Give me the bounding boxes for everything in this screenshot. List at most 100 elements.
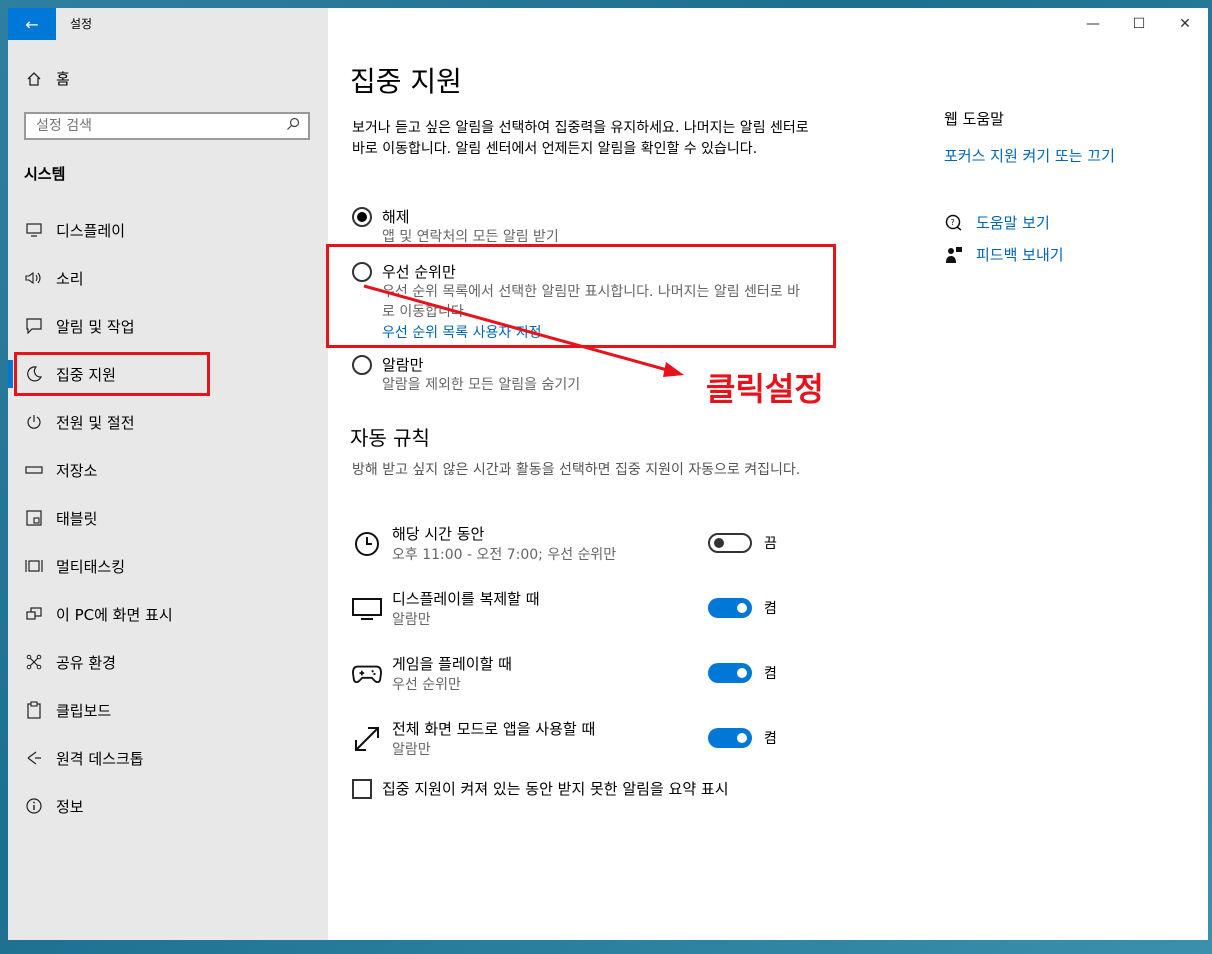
sidebar-item-label: 알림 및 작업 (56, 317, 135, 336)
sidebar-item-tablet[interactable]: 태블릿 (8, 494, 328, 542)
section-label-system: 시스템 (24, 165, 66, 183)
rule-title: 게임을 플레이할 때 (392, 655, 512, 673)
home-icon (24, 69, 44, 89)
get-help-link[interactable]: ? 도움말 보기 (944, 212, 1050, 233)
annotation-box-priority (326, 244, 836, 348)
option-alarms-only[interactable]: 알람만 알람을 제외한 모든 알림을 숨기기 (352, 354, 580, 395)
toggle-switch[interactable] (708, 533, 752, 553)
sidebar-item-storage[interactable]: 저장소 (8, 446, 328, 494)
svg-text:?: ? (951, 218, 955, 227)
sidebar-item-power[interactable]: 전원 및 절전 (8, 398, 328, 446)
sidebar-item-label: 저장소 (56, 461, 98, 480)
sidebar-item-about[interactable]: 정보 (8, 782, 328, 830)
monitor-icon (24, 220, 44, 240)
sidebar-item-notifications[interactable]: 알림 및 작업 (8, 302, 328, 350)
radio-button[interactable] (352, 355, 372, 375)
sidebar-item-label: 공유 환경 (56, 653, 116, 672)
toggle-state: 켬 (764, 601, 777, 617)
sidebar-item-label: 클립보드 (56, 701, 112, 720)
focus-assist-help-link[interactable]: 포커스 지원 켜기 또는 끄기 (944, 145, 1115, 166)
feedback-icon (944, 245, 964, 265)
gamepad-icon (352, 659, 382, 689)
back-button[interactable]: ← (8, 8, 56, 40)
sidebar-item-label: 원격 데스크톱 (56, 749, 144, 768)
toggle-fullscreen-app[interactable]: 켬 (708, 728, 777, 748)
minimize-button[interactable]: — (1070, 8, 1116, 40)
settings-window: ← 설정 홈 시스템 디스플레이 소리 (8, 8, 1208, 940)
sidebar-item-sound[interactable]: 소리 (8, 254, 328, 302)
sidebar-item-clipboard[interactable]: 클립보드 (8, 686, 328, 734)
sidebar-nav: 디스플레이 소리 알림 및 작업 집중 지원 전원 및 절전 저장소 태블릿 멀… (8, 206, 328, 830)
auto-rules-description: 방해 받고 싶지 않은 시간과 활동을 선택하면 집중 지원이 자동으로 켜집니… (352, 462, 801, 478)
summary-checkbox[interactable] (352, 778, 372, 799)
annotation-label: 클릭설정 (706, 370, 824, 408)
sidebar-item-project[interactable]: 이 PC에 화면 표시 (8, 590, 328, 638)
toggle-state: 켬 (764, 666, 777, 682)
rule-subtitle: 알람만 (392, 612, 431, 628)
option-off[interactable]: 해제 앱 및 연락처의 모든 알림 받기 (352, 206, 559, 247)
rule-title: 해당 시간 동안 (392, 525, 485, 543)
sidebar-item-label: 태블릿 (56, 509, 98, 528)
feedback-link[interactable]: 피드백 보내기 (944, 244, 1064, 265)
main-content: — ☐ ✕ 집중 지원 보거나 듣고 싶은 알림을 선택하여 집중력을 유지하세… (326, 8, 1208, 940)
radio-button[interactable] (352, 207, 372, 227)
get-help-label: 도움말 보기 (976, 214, 1050, 232)
sidebar-item-multitasking[interactable]: 멀티태스킹 (8, 542, 328, 590)
toggle-switch[interactable] (708, 598, 752, 618)
option-description: 알람을 제외한 모든 알림을 숨기기 (382, 377, 581, 393)
toggle-state: 켬 (764, 731, 777, 747)
sidebar-item-label: 멀티태스킹 (56, 557, 126, 576)
app-title: 설정 (70, 17, 93, 31)
search-icon[interactable] (286, 117, 300, 135)
sidebar-item-home[interactable]: 홈 (24, 68, 70, 89)
tablet-icon (24, 508, 44, 528)
clipboard-icon (24, 700, 44, 720)
page-title: 집중 지원 (350, 65, 462, 98)
toggle-switch[interactable] (708, 663, 752, 683)
feedback-label: 피드백 보내기 (976, 246, 1064, 264)
back-arrow-icon: ← (25, 14, 39, 34)
toggle-duplicating-display[interactable]: 켬 (708, 598, 777, 618)
summary-checkbox-row[interactable]: 집중 지원이 켜져 있는 동안 받지 못한 알림을 요약 표시 (352, 778, 729, 799)
info-icon (24, 796, 44, 816)
sidebar-item-label: 소리 (56, 269, 84, 288)
multitasking-icon (24, 556, 44, 576)
sidebar-item-label: 전원 및 절전 (56, 413, 135, 432)
monitor-icon (352, 594, 382, 624)
sidebar-item-label: 이 PC에 화면 표시 (56, 605, 173, 624)
clock-icon (352, 529, 382, 559)
close-button[interactable]: ✕ (1162, 8, 1208, 40)
fullscreen-icon (352, 724, 382, 754)
storage-icon (24, 460, 44, 480)
power-icon (24, 412, 44, 432)
sidebar-item-display[interactable]: 디스플레이 (8, 206, 328, 254)
toggle-state: 끔 (764, 536, 777, 552)
remote-icon (24, 748, 44, 768)
option-label: 알람만 (382, 356, 424, 374)
sidebar-item-remote-desktop[interactable]: 원격 데스크톱 (8, 734, 328, 782)
sidebar: ← 설정 홈 시스템 디스플레이 소리 (8, 8, 328, 940)
summary-checkbox-label: 집중 지원이 켜져 있는 동안 받지 못한 알림을 요약 표시 (382, 780, 729, 798)
home-label: 홈 (56, 70, 70, 88)
auto-rules-heading: 자동 규칙 (350, 426, 430, 450)
rule-subtitle: 우선 순위만 (392, 677, 461, 693)
search-box[interactable] (24, 112, 310, 140)
window-controls: — ☐ ✕ (1070, 8, 1208, 40)
notification-icon (24, 316, 44, 336)
rule-title: 디스플레이를 복제할 때 (392, 590, 540, 608)
active-indicator (8, 360, 13, 388)
maximize-button[interactable]: ☐ (1116, 8, 1162, 40)
sidebar-item-label: 정보 (56, 797, 84, 816)
option-label: 해제 (382, 208, 410, 226)
project-icon (24, 604, 44, 624)
toggle-playing-game[interactable]: 켬 (708, 663, 777, 683)
speaker-icon (24, 268, 44, 288)
help-chat-icon: ? (944, 213, 964, 233)
sidebar-item-shared[interactable]: 공유 환경 (8, 638, 328, 686)
annotation-box-sidebar (14, 352, 210, 396)
toggle-switch[interactable] (708, 728, 752, 748)
toggle-during-time[interactable]: 끔 (708, 533, 777, 553)
web-help-heading: 웹 도움말 (944, 110, 1004, 128)
shared-icon (24, 652, 44, 672)
search-input[interactable] (34, 117, 278, 135)
